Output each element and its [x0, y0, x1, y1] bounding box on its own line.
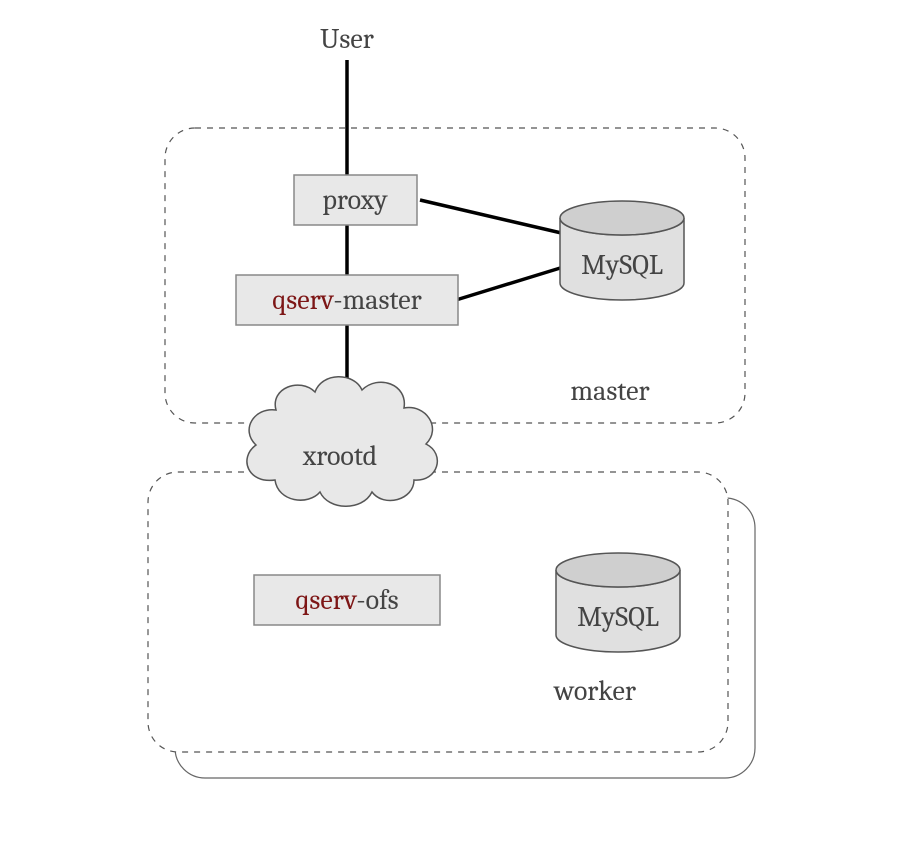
- architecture-diagram: master worker User proxy qserv-master My…: [0, 0, 912, 847]
- mysql-master-top: [560, 201, 684, 235]
- proxy-label: proxy: [322, 184, 388, 216]
- mysql-worker-top: [556, 553, 680, 587]
- qserv-ofs-prefix: qserv: [295, 584, 357, 616]
- qserv-ofs-suffix: -ofs: [356, 584, 398, 616]
- mysql-worker-node: MySQL: [556, 553, 680, 652]
- qserv-master-node: qserv-master: [236, 275, 458, 325]
- xrootd-label: xrootd: [302, 440, 377, 472]
- master-group-label: master: [570, 375, 649, 407]
- worker-group-label: worker: [553, 675, 636, 707]
- qserv-master-label: qserv-master: [272, 284, 421, 316]
- edge-master-mysql: [456, 265, 570, 300]
- user-label: User: [320, 23, 374, 55]
- qserv-master-prefix: qserv: [272, 284, 334, 316]
- mysql-master-label: MySQL: [581, 249, 663, 281]
- mysql-master-node: MySQL: [560, 201, 684, 300]
- edge-proxy-mysql: [420, 200, 570, 235]
- qserv-master-suffix: -master: [333, 284, 421, 316]
- qserv-ofs-label: qserv-ofs: [295, 584, 398, 616]
- qserv-ofs-node: qserv-ofs: [254, 575, 440, 625]
- mysql-worker-label: MySQL: [577, 601, 659, 633]
- proxy-node: proxy: [294, 175, 417, 225]
